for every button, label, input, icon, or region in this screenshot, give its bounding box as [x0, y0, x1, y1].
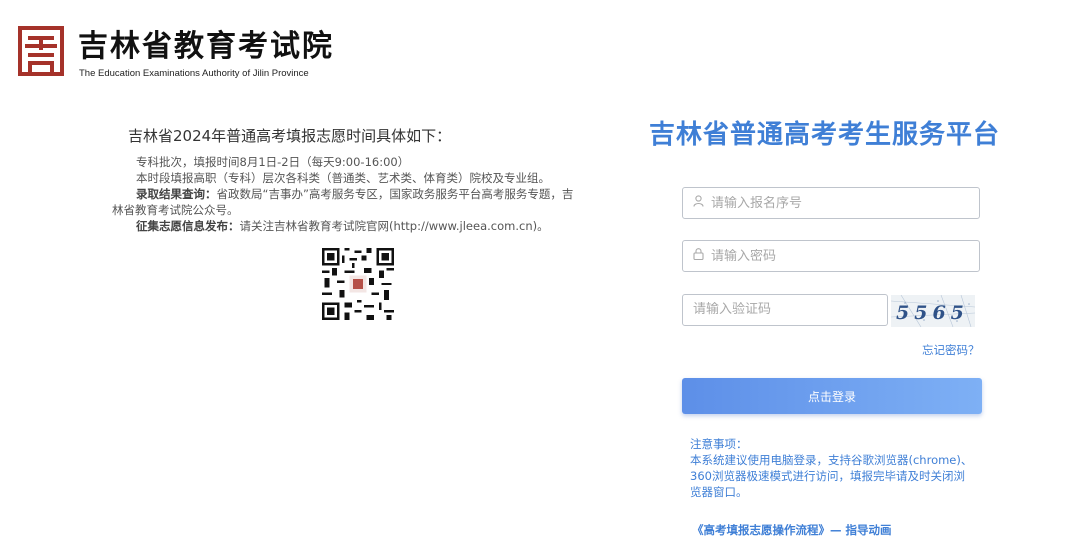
forgot-password-link[interactable]: 忘记密码？ — [922, 342, 980, 358]
notice-panel: 吉林省2024年普通高考填报志愿时间具体如下： 专科批次，填报时间8月1日-2日… — [112, 126, 582, 320]
site-header: 吉林省教育考试院 The Education Examinations Auth… — [18, 26, 358, 82]
captcha-field[interactable] — [682, 294, 888, 326]
lock-icon — [693, 241, 707, 271]
platform-title: 吉林省普通高考考生服务平台 — [649, 120, 1001, 150]
captcha-text: 5565 — [896, 302, 969, 324]
notice-line: 录取结果查询：省政数局“吉事办”高考服务专区，国家政务服务平台高考服务专题，吉林… — [112, 186, 582, 218]
notice-line: 专科批次，填报时间8月1日-2日（每天9:00-16:00） — [136, 155, 410, 169]
notice-label: 征集志愿信息发布： — [136, 219, 240, 233]
notice-line: 本时段填报高职（专科）层次各科类（普通类、艺术类、体育类）院校及专业组。 — [136, 171, 550, 185]
captcha-image[interactable]: 5565 — [891, 295, 975, 327]
site-title: 吉林省教育考试院 — [78, 29, 334, 64]
captcha-input[interactable] — [693, 302, 873, 317]
notice-text: 请关注吉林省教育考试院官网(http://www.jleea.com.cn)。 — [239, 219, 549, 233]
login-button[interactable]: 点击登录 — [682, 378, 982, 414]
qr-code-icon — [322, 248, 394, 320]
site-subtitle: The Education Examinations Authority of … — [79, 68, 309, 79]
user-icon — [693, 188, 707, 218]
password-field[interactable] — [682, 240, 980, 272]
username-input[interactable] — [711, 195, 961, 211]
password-input[interactable] — [711, 248, 961, 264]
notice-line: 征集志愿信息发布：请关注吉林省教育考试院官网(http://www.jleea.… — [112, 218, 582, 234]
notice-title: 吉林省2024年普通高考填报志愿时间具体如下： — [128, 127, 452, 145]
notice-body: 专科批次，填报时间8月1日-2日（每天9:00-16:00） 本时段填报高职（专… — [112, 154, 582, 234]
notes-text: 本系统建议使用电脑登录，支持谷歌浏览器(chrome)、360浏览器极速模式进行… — [690, 453, 973, 499]
guide-animation-link[interactable]: 《高考填报志愿操作流程》— 指导动画 — [692, 522, 892, 538]
notes-title: 注意事项： — [690, 437, 748, 451]
logo-icon — [18, 26, 64, 76]
notes-panel: 注意事项： 本系统建议使用电脑登录，支持谷歌浏览器(chrome)、360浏览器… — [690, 436, 975, 500]
username-field[interactable] — [682, 187, 980, 219]
notice-label: 录取结果查询： — [136, 187, 217, 201]
